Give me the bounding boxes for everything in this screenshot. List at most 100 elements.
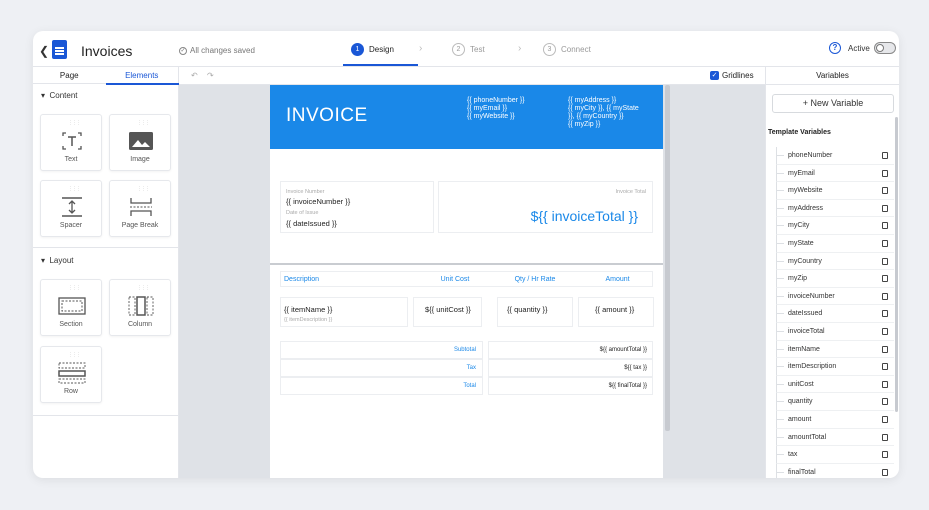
drag-handle-icon: ⋮⋮⋮ — [68, 352, 81, 358]
element-label: Column — [127, 321, 153, 328]
variable-item[interactable]: tax — [776, 446, 894, 464]
redo-icon[interactable]: ↷ — [207, 71, 214, 80]
element-page-break[interactable]: ⋮⋮⋮ Page Break — [109, 180, 171, 237]
variables-scrollbar[interactable] — [895, 117, 898, 412]
variable-name: myCountry — [788, 257, 822, 265]
copy-icon[interactable] — [882, 292, 888, 300]
row-icon — [58, 362, 86, 384]
invoice-header[interactable]: INVOICE {{ phoneNumber }} {{ myEmail }} … — [270, 85, 663, 149]
drag-handle-icon: ⋮⋮⋮ — [137, 285, 150, 291]
copy-icon[interactable] — [882, 415, 888, 423]
copy-icon[interactable] — [882, 222, 888, 230]
column-header-unit-cost: Unit Cost — [440, 276, 470, 283]
copy-icon[interactable] — [882, 275, 888, 283]
copy-icon[interactable] — [882, 433, 888, 441]
new-variable-button[interactable]: + New Variable — [772, 94, 894, 113]
copy-icon[interactable] — [882, 310, 888, 318]
active-label: Active — [848, 44, 870, 53]
variable-item[interactable]: quantity — [776, 393, 894, 411]
variable-item[interactable]: finalTotal — [776, 463, 894, 478]
variable-item[interactable]: amount — [776, 410, 894, 429]
gridlines-checkbox[interactable]: ✓ — [710, 71, 719, 80]
step-connect[interactable]: 3 Connect — [543, 43, 591, 56]
variable-name: myCity — [788, 222, 810, 230]
variable-name: dateIssued — [788, 310, 823, 318]
step-number: 2 — [452, 43, 465, 56]
copy-icon[interactable] — [882, 363, 888, 371]
step-test[interactable]: 2 Test — [452, 43, 485, 56]
element-label: Section — [59, 321, 83, 328]
help-icon[interactable]: ? — [829, 42, 841, 54]
canvas-scrollbar[interactable] — [665, 85, 670, 431]
content-section-toggle[interactable]: ▾ Content — [41, 91, 78, 100]
element-text[interactable]: ⋮⋮⋮ Text — [40, 114, 102, 171]
variable-name: myWebsite — [788, 187, 823, 195]
address-variables: {{ myAddress }} {{ myCity }}, {{ myState… — [568, 97, 639, 128]
column-icon — [127, 295, 155, 317]
active-toggle[interactable] — [874, 42, 896, 54]
copy-icon[interactable] — [882, 398, 888, 406]
back-chevron-icon[interactable]: ❮ — [39, 44, 49, 58]
element-spacer[interactable]: ⋮⋮⋮ Spacer — [40, 180, 102, 237]
element-column[interactable]: ⋮⋮⋮ Column — [109, 279, 171, 336]
copy-icon[interactable] — [882, 204, 888, 212]
copy-icon[interactable] — [882, 152, 888, 159]
variable-item[interactable]: myWebsite — [776, 182, 894, 200]
copy-icon[interactable] — [882, 380, 888, 388]
toggle-knob — [876, 44, 884, 52]
check-circle-icon: ✓ — [179, 46, 187, 55]
variable-item[interactable]: phoneNumber — [776, 147, 894, 165]
element-row[interactable]: ⋮⋮⋮ Row — [40, 346, 102, 403]
column-header-qty: Qty / Hr Rate — [514, 276, 556, 283]
element-label: Spacer — [59, 222, 83, 229]
variable-item[interactable]: itemName — [776, 340, 894, 359]
variable-item[interactable]: unitCost — [776, 375, 894, 394]
variables-heading: Variables — [766, 67, 899, 85]
design-canvas: INVOICE {{ phoneNumber }} {{ myEmail }} … — [179, 85, 765, 478]
copy-icon[interactable] — [882, 327, 888, 335]
variable-item[interactable]: invoiceNumber — [776, 287, 894, 306]
variable-item[interactable]: myEmail — [776, 164, 894, 183]
variable-name: amount — [788, 415, 812, 423]
copy-icon[interactable] — [882, 468, 888, 476]
variable-item[interactable]: itemDescription — [776, 358, 894, 376]
drag-handle-icon: ⋮⋮⋮ — [68, 285, 81, 291]
element-section[interactable]: ⋮⋮⋮ Section — [40, 279, 102, 336]
copy-icon[interactable] — [882, 187, 888, 195]
variable-name: itemDescription — [788, 363, 837, 371]
undo-icon[interactable]: ↶ — [191, 71, 198, 80]
copy-icon[interactable] — [882, 345, 888, 353]
tab-elements[interactable]: Elements — [106, 67, 179, 83]
variable-item[interactable]: myCountry — [776, 252, 894, 271]
element-image[interactable]: ⋮⋮⋮ Image — [109, 114, 171, 171]
variable-name: finalTotal — [788, 468, 816, 476]
invoice-document[interactable]: INVOICE {{ phoneNumber }} {{ myEmail }} … — [270, 85, 663, 478]
variable-item[interactable]: myCity — [776, 217, 894, 235]
step-label: Test — [470, 45, 485, 54]
variable-item[interactable]: myZip — [776, 270, 894, 288]
drag-handle-icon: ⋮⋮⋮ — [68, 186, 81, 192]
layout-section-toggle[interactable]: ▾ Layout — [41, 256, 74, 265]
variable-item[interactable]: invoiceTotal — [776, 322, 894, 341]
content-heading: Content — [49, 91, 78, 100]
variable-name: amountTotal — [788, 433, 827, 441]
copy-icon[interactable] — [882, 239, 888, 247]
invoice-number-value: {{ invoiceNumber }} — [286, 197, 351, 206]
quantity: {{ quantity }} — [507, 305, 548, 314]
variable-name: itemName — [788, 345, 820, 353]
invoice-total-box[interactable]: Invoice Total ${{ invoiceTotal }} — [438, 181, 653, 233]
active-tab-underline — [106, 83, 179, 85]
variable-name: invoiceTotal — [788, 327, 825, 335]
variable-item[interactable]: myAddress — [776, 199, 894, 218]
variable-item[interactable]: amountTotal — [776, 428, 894, 447]
variable-item[interactable]: myState — [776, 234, 894, 253]
copy-icon[interactable] — [882, 169, 888, 177]
tab-page[interactable]: Page — [33, 67, 106, 83]
variable-item[interactable]: dateIssued — [776, 305, 894, 323]
copy-icon[interactable] — [882, 257, 888, 265]
step-design[interactable]: 1 Design — [351, 43, 394, 56]
copy-icon[interactable] — [882, 451, 888, 459]
invoice-number-label: Invoice Number — [286, 189, 325, 195]
variables-panel: Variables + New Variable Template Variab… — [765, 67, 899, 478]
invoice-meta-box[interactable]: Invoice Number {{ invoiceNumber }} Date … — [280, 181, 434, 233]
